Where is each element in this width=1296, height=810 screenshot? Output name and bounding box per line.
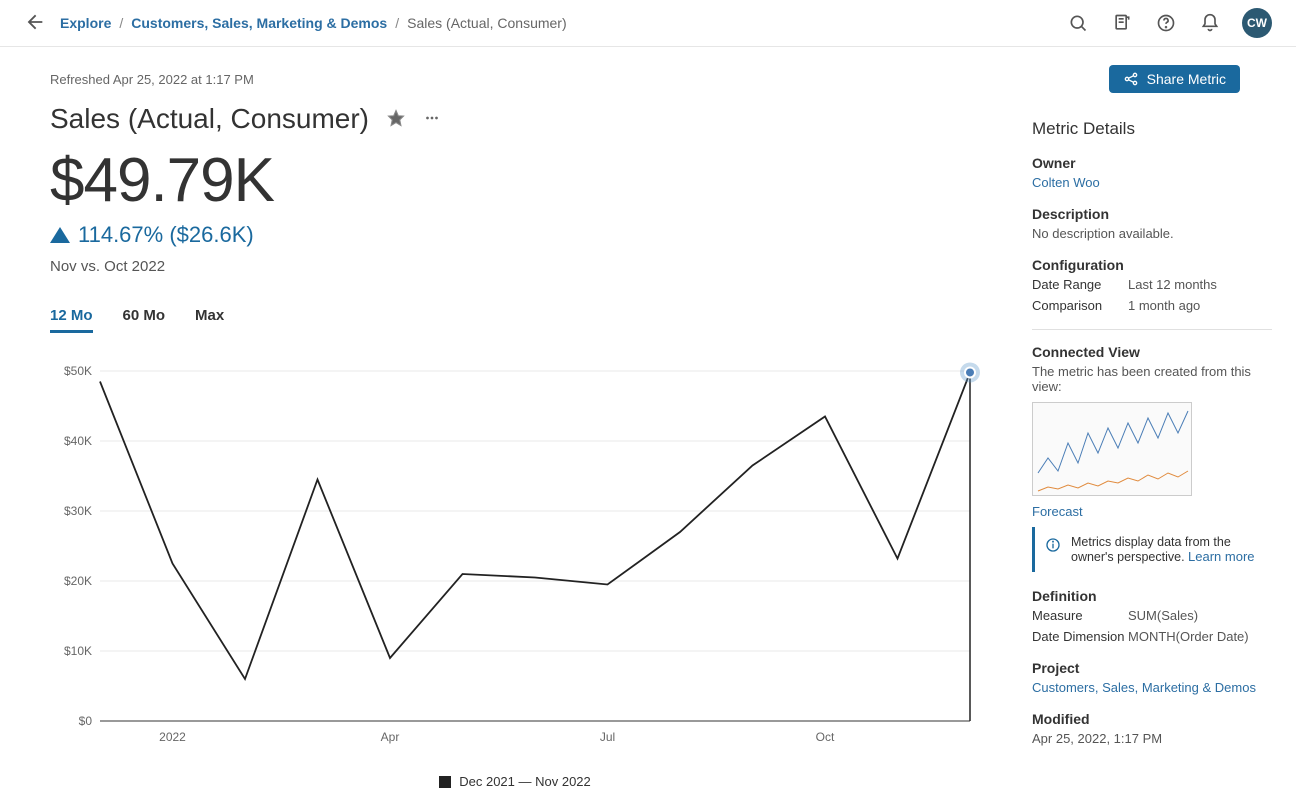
project-link[interactable]: Customers, Sales, Marketing & Demos <box>1032 680 1256 695</box>
metric-delta: 114.67% ($26.6K) <box>50 222 980 248</box>
metric-value: $49.79K <box>50 145 980 216</box>
owner-label: Owner <box>1032 155 1272 171</box>
svg-text:$0: $0 <box>79 714 93 728</box>
connected-label: Connected View <box>1032 344 1272 360</box>
tab-max[interactable]: Max <box>195 307 224 333</box>
definition-label: Definition <box>1032 588 1272 604</box>
svg-text:2022: 2022 <box>159 730 186 744</box>
svg-text:Apr: Apr <box>381 730 400 744</box>
range-tabs: 12 Mo 60 Mo Max <box>50 307 980 333</box>
avatar[interactable]: CW <box>1242 8 1272 38</box>
breadcrumb: Explore / Customers, Sales, Marketing & … <box>60 15 567 31</box>
crumb-sep: / <box>395 15 399 31</box>
star-icon[interactable] <box>387 109 405 130</box>
forecast-link[interactable]: Forecast <box>1032 504 1083 519</box>
description-label: Description <box>1032 206 1272 222</box>
search-icon[interactable] <box>1066 11 1090 35</box>
compare-text: Nov vs. Oct 2022 <box>50 258 980 275</box>
modified-label: Modified <box>1032 711 1272 727</box>
connected-text: The metric has been created from this vi… <box>1032 364 1272 394</box>
owner-link[interactable]: Colten Woo <box>1032 175 1100 190</box>
crumb-sep: / <box>119 15 123 31</box>
svg-text:Jul: Jul <box>600 730 615 744</box>
more-icon[interactable] <box>423 109 441 130</box>
svg-text:$30K: $30K <box>64 504 92 518</box>
svg-text:$20K: $20K <box>64 574 92 588</box>
modified-text: Apr 25, 2022, 1:17 PM <box>1032 731 1272 746</box>
share-metric-button[interactable]: Share Metric <box>1109 65 1240 93</box>
crumb-project[interactable]: Customers, Sales, Marketing & Demos <box>131 15 387 31</box>
metric-details-panel: Metric Details Owner Colten Woo Descript… <box>1020 57 1272 810</box>
topbar: Explore / Customers, Sales, Marketing & … <box>0 0 1296 47</box>
config-label: Configuration <box>1032 257 1272 273</box>
crumb-current: Sales (Actual, Consumer) <box>407 15 567 31</box>
chart-legend: Dec 2021 — Nov 2022 <box>50 774 980 789</box>
help-icon[interactable] <box>1154 11 1178 35</box>
project-label: Project <box>1032 660 1272 676</box>
tab-60mo[interactable]: 60 Mo <box>123 307 166 333</box>
side-heading: Metric Details <box>1032 119 1272 139</box>
up-arrow-icon <box>50 227 70 243</box>
learn-more-link[interactable]: Learn more <box>1188 549 1254 564</box>
bell-icon[interactable] <box>1198 11 1222 35</box>
trend-chart[interactable]: $0 $10K $20K $30K $40K $50K 2022 Apr Jul Oct <box>50 361 980 764</box>
crumb-explore[interactable]: Explore <box>60 15 111 31</box>
connected-view-thumb[interactable] <box>1032 402 1192 496</box>
back-icon[interactable] <box>24 11 46 36</box>
svg-text:Oct: Oct <box>816 730 835 744</box>
refreshed-text: Refreshed Apr 25, 2022 at 1:17 PM <box>50 72 254 87</box>
info-banner: Metrics display data from the owner's pe… <box>1032 527 1272 572</box>
svg-text:$50K: $50K <box>64 364 92 378</box>
page-title: Sales (Actual, Consumer) <box>50 103 369 135</box>
svg-text:$10K: $10K <box>64 644 92 658</box>
svg-text:$40K: $40K <box>64 434 92 448</box>
note-icon[interactable] <box>1110 11 1134 35</box>
description-text: No description available. <box>1032 226 1272 241</box>
tab-12mo[interactable]: 12 Mo <box>50 307 93 333</box>
